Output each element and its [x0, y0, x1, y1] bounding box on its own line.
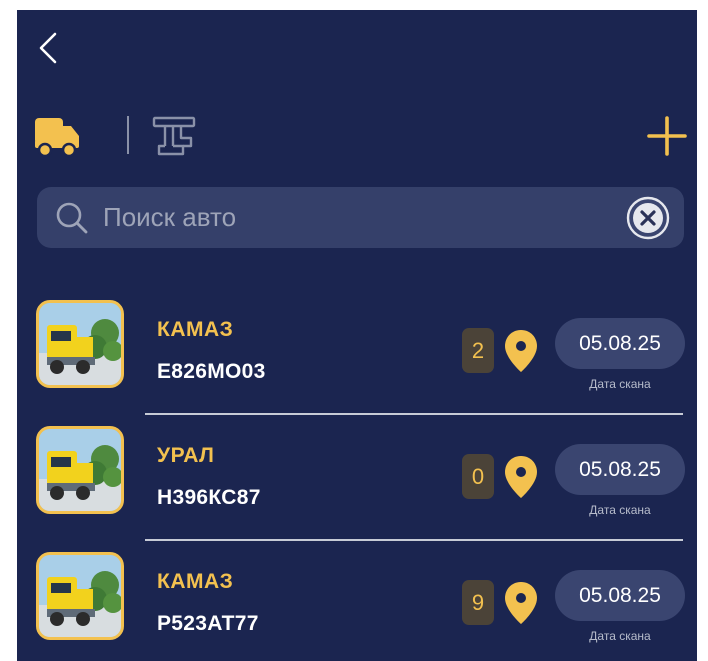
scan-date-button[interactable]: 05.08.25 [555, 570, 685, 621]
location-pin-icon[interactable] [503, 580, 539, 626]
row-divider [145, 539, 683, 541]
search-icon [56, 202, 88, 234]
scan-date-button[interactable]: 05.08.25 [555, 318, 685, 369]
row-divider [145, 413, 683, 415]
search-input[interactable] [97, 197, 609, 237]
vehicle-brand: УРАЛ [157, 444, 215, 467]
vehicle-plate: Н396КС87 [157, 486, 261, 509]
location-count-badge: 0 [462, 454, 494, 499]
scan-date-caption: Дата скана [589, 503, 651, 517]
tab-divider [127, 116, 129, 154]
vehicle-plate: Р523АТ77 [157, 612, 259, 635]
location-pin-icon[interactable] [503, 328, 539, 374]
tab-trailers[interactable] [151, 114, 197, 158]
search-bar [37, 187, 684, 248]
scan-date-caption: Дата скана [589, 629, 651, 643]
location-pin-icon[interactable] [503, 454, 539, 500]
back-button[interactable] [35, 28, 63, 68]
scan-date-caption: Дата скана [589, 377, 651, 391]
scan-date-button[interactable]: 05.08.25 [555, 444, 685, 495]
clear-search-button[interactable] [625, 196, 671, 240]
vehicle-plate: Е826МО03 [157, 360, 266, 383]
app-screen: КАМАЗ Е826МО03 2 05.08.25 Дата скана [17, 10, 697, 661]
chevron-left-icon [39, 32, 57, 64]
vehicle-thumbnail [36, 300, 124, 388]
truck-icon [35, 118, 79, 158]
vehicle-thumbnail [36, 552, 124, 640]
vehicle-row[interactable]: УРАЛ Н396КС87 0 05.08.25 Дата скана [17, 424, 697, 548]
trailer-icon [152, 116, 196, 156]
location-count-badge: 9 [462, 580, 494, 625]
vehicle-brand: КАМАЗ [157, 318, 234, 341]
location-count-badge: 2 [462, 328, 494, 373]
vehicle-row[interactable]: КАМАЗ Р523АТ77 9 05.08.25 Дата скана [17, 550, 697, 661]
vehicle-row[interactable]: КАМАЗ Е826МО03 2 05.08.25 Дата скана [17, 298, 697, 422]
tab-trucks[interactable] [33, 114, 81, 158]
vehicle-thumbnail [36, 426, 124, 514]
vehicle-brand: КАМАЗ [157, 570, 234, 593]
close-circle-icon [626, 196, 670, 240]
add-vehicle-button[interactable] [645, 114, 689, 158]
plus-icon [647, 116, 687, 156]
